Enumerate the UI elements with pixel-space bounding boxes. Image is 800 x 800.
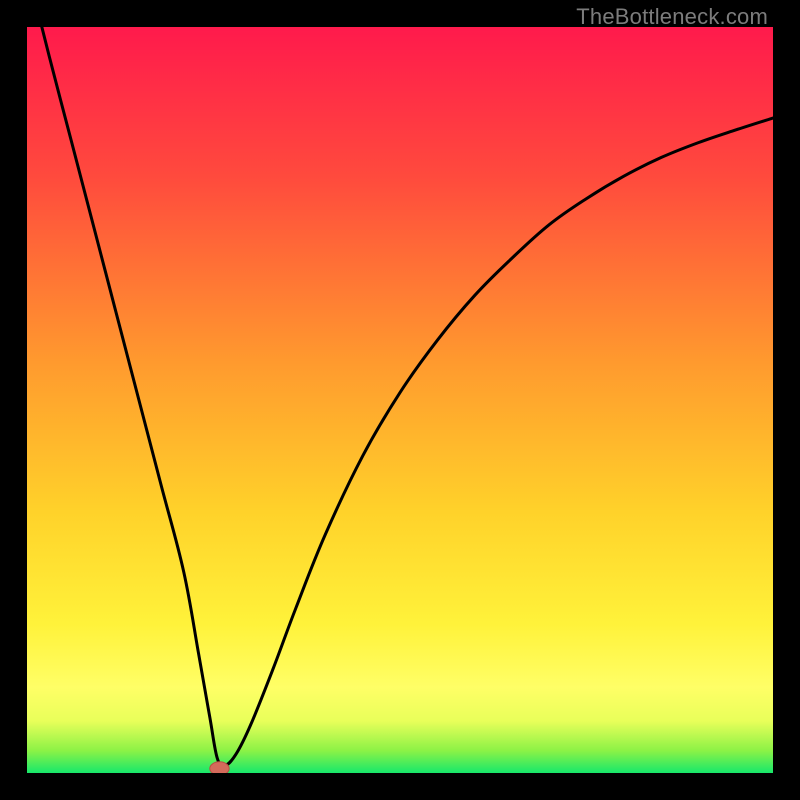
- chart-frame: TheBottleneck.com: [0, 0, 800, 800]
- attribution-label: TheBottleneck.com: [576, 4, 768, 30]
- plot-svg: [27, 27, 773, 773]
- minimum-marker-icon: [210, 762, 229, 773]
- plot-area: [27, 27, 773, 773]
